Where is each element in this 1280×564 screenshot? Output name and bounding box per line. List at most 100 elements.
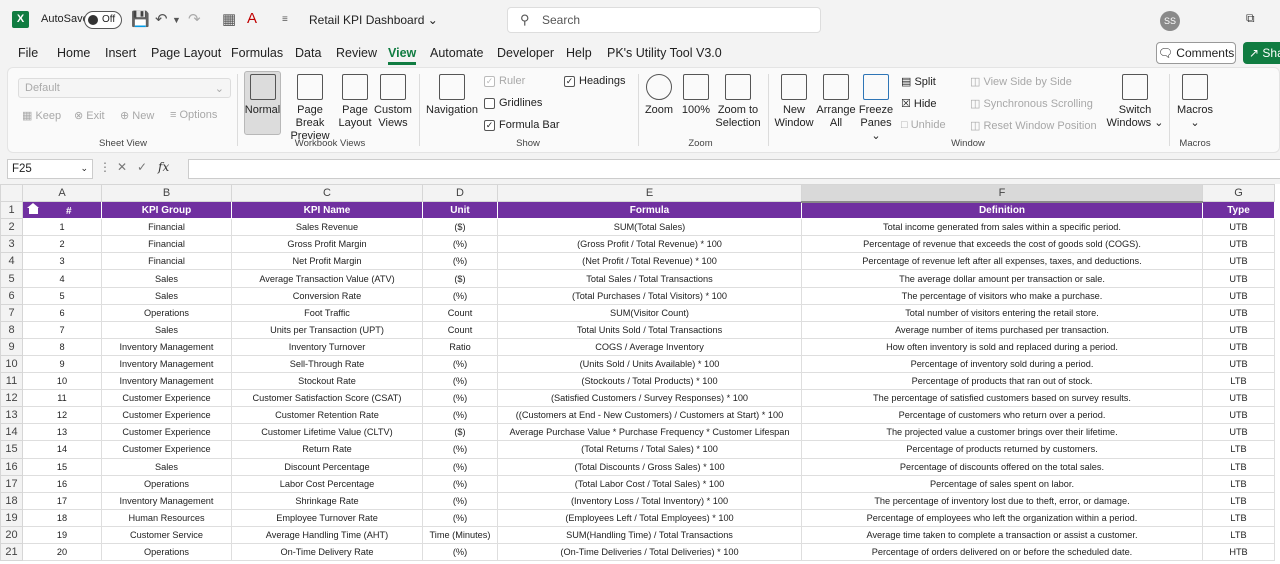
- cell[interactable]: Percentage of inventory sold during a pe…: [801, 354, 1203, 374]
- macros-button[interactable]: Macros ⌄: [1174, 74, 1216, 130]
- sheet-view-dropdown[interactable]: Default ⌄: [18, 78, 231, 98]
- formula-bar-checkbox[interactable]: ✓: [484, 120, 495, 131]
- cell[interactable]: (Total Labor Cost / Total Sales) * 100: [497, 474, 802, 493]
- cell[interactable]: UTB: [1202, 269, 1275, 288]
- cell[interactable]: Sales: [101, 269, 232, 288]
- column-header-f[interactable]: F: [801, 184, 1203, 203]
- view-side-by-side-button[interactable]: ◫ View Side by Side: [970, 75, 1072, 88]
- cell[interactable]: UTB: [1202, 303, 1275, 322]
- autosave-toggle[interactable]: Off: [84, 11, 122, 29]
- cell[interactable]: SUM(Visitor Count): [497, 303, 802, 322]
- document-title[interactable]: Retail KPI Dashboard ⌄: [309, 13, 438, 27]
- cell[interactable]: (Total Purchases / Total Visitors) * 100: [497, 286, 802, 305]
- customize-toolbar-icon[interactable]: ≡: [282, 14, 288, 25]
- row-header[interactable]: 15: [0, 440, 23, 459]
- cell[interactable]: (%): [422, 235, 498, 254]
- cell[interactable]: Operations: [101, 474, 232, 493]
- cell[interactable]: 1: [22, 218, 102, 237]
- cell[interactable]: 13: [22, 423, 102, 442]
- cell[interactable]: (Satisfied Customers / Survey Responses)…: [497, 389, 802, 408]
- cell[interactable]: UTB: [1202, 218, 1275, 237]
- cell[interactable]: Return Rate: [231, 440, 423, 459]
- cell[interactable]: UTB: [1202, 423, 1275, 442]
- row-header[interactable]: 16: [0, 457, 23, 476]
- cell[interactable]: The projected value a customer brings ov…: [801, 423, 1203, 442]
- cell[interactable]: Customer Service: [101, 525, 232, 544]
- undo-dropdown-icon[interactable]: ▼: [172, 15, 181, 25]
- cell[interactable]: Gross Profit Margin: [231, 235, 423, 254]
- cell[interactable]: Financial: [101, 218, 232, 237]
- cell[interactable]: 19: [22, 525, 102, 544]
- row-header[interactable]: 1: [0, 201, 23, 220]
- cell[interactable]: Customer Experience: [101, 406, 232, 425]
- cell[interactable]: SUM(Handling Time) / Total Transactions: [497, 525, 802, 544]
- cell[interactable]: (%): [422, 474, 498, 493]
- hide-button[interactable]: ☒ Hide: [901, 97, 937, 110]
- header-cell[interactable]: KPI Group: [101, 201, 232, 220]
- cell[interactable]: The percentage of inventory lost due to …: [801, 491, 1203, 510]
- cell[interactable]: (Gross Profit / Total Revenue) * 100: [497, 235, 802, 254]
- cell[interactable]: Shrinkage Rate: [231, 491, 423, 510]
- tab-review[interactable]: Review: [336, 46, 377, 60]
- avatar[interactable]: SS: [1160, 11, 1180, 31]
- cell[interactable]: The average dollar amount per transactio…: [801, 269, 1203, 288]
- cell[interactable]: UTB: [1202, 235, 1275, 254]
- cell[interactable]: Percentage of orders delivered on or bef…: [801, 542, 1203, 562]
- cell[interactable]: (Inventory Loss / Total Inventory) * 100: [497, 491, 802, 510]
- cell[interactable]: (%): [422, 354, 498, 374]
- more-options-icon[interactable]: ⋮: [99, 160, 111, 174]
- cell[interactable]: Customer Experience: [101, 423, 232, 442]
- cell[interactable]: Total income generated from sales within…: [801, 218, 1203, 237]
- cell[interactable]: UTB: [1202, 252, 1275, 271]
- cell[interactable]: Percentage of revenue left after all exp…: [801, 252, 1203, 271]
- row-header[interactable]: 8: [0, 320, 23, 339]
- row-header[interactable]: 3: [0, 235, 23, 254]
- cell[interactable]: LTB: [1202, 372, 1275, 391]
- cell[interactable]: 3: [22, 252, 102, 271]
- cell[interactable]: Operations: [101, 542, 232, 562]
- cell[interactable]: Total Sales / Total Transactions: [497, 269, 802, 288]
- tab-help[interactable]: Help: [566, 46, 592, 60]
- formula-input[interactable]: [188, 159, 1280, 179]
- cell[interactable]: (Units Sold / Units Available) * 100: [497, 354, 802, 374]
- cell[interactable]: (Employees Left / Total Employees) * 100: [497, 508, 802, 527]
- column-header-c[interactable]: C: [231, 184, 423, 203]
- tab-insert[interactable]: Insert: [105, 46, 136, 60]
- cell[interactable]: 9: [22, 354, 102, 374]
- cell[interactable]: Average number of items purchased per tr…: [801, 320, 1203, 339]
- cell[interactable]: LTB: [1202, 457, 1275, 476]
- options-button[interactable]: ≡ Options: [170, 109, 217, 121]
- cell[interactable]: Customer Lifetime Value (CLTV): [231, 423, 423, 442]
- cell[interactable]: (%): [422, 286, 498, 305]
- cell[interactable]: Inventory Turnover: [231, 337, 423, 356]
- cell[interactable]: Labor Cost Percentage: [231, 474, 423, 493]
- cell[interactable]: 6: [22, 303, 102, 322]
- cell[interactable]: 18: [22, 508, 102, 527]
- row-header[interactable]: 5: [0, 269, 23, 288]
- tab-automate[interactable]: Automate: [430, 46, 484, 60]
- cell[interactable]: Total number of visitors entering the re…: [801, 303, 1203, 322]
- cell[interactable]: Conversion Rate: [231, 286, 423, 305]
- search-box[interactable]: ⚲ Search: [507, 7, 821, 33]
- ruler-checkbox[interactable]: ✓: [484, 76, 495, 87]
- cell[interactable]: Percentage of discounts offered on the t…: [801, 457, 1203, 476]
- cell[interactable]: 15: [22, 457, 102, 476]
- cell[interactable]: Inventory Management: [101, 337, 232, 356]
- cell[interactable]: Average Transaction Value (ATV): [231, 269, 423, 288]
- cell[interactable]: Count: [422, 303, 498, 322]
- name-box[interactable]: F25 ⌄: [7, 159, 93, 179]
- cell[interactable]: (%): [422, 457, 498, 476]
- new-window-button[interactable]: New Window: [772, 74, 816, 130]
- row-header[interactable]: 21: [0, 542, 23, 562]
- cell[interactable]: 12: [22, 406, 102, 425]
- cell[interactable]: Foot Traffic: [231, 303, 423, 322]
- cell[interactable]: (Net Profit / Total Revenue) * 100: [497, 252, 802, 271]
- cell[interactable]: Customer Satisfaction Score (CSAT): [231, 389, 423, 408]
- cell[interactable]: Average Handling Time (AHT): [231, 525, 423, 544]
- cell[interactable]: LTB: [1202, 440, 1275, 459]
- cell[interactable]: (Total Discounts / Gross Sales) * 100: [497, 457, 802, 476]
- row-header[interactable]: 19: [0, 508, 23, 527]
- cell[interactable]: 4: [22, 269, 102, 288]
- headings-checkbox[interactable]: ✓: [564, 76, 575, 87]
- unhide-button[interactable]: □ Unhide: [901, 119, 946, 131]
